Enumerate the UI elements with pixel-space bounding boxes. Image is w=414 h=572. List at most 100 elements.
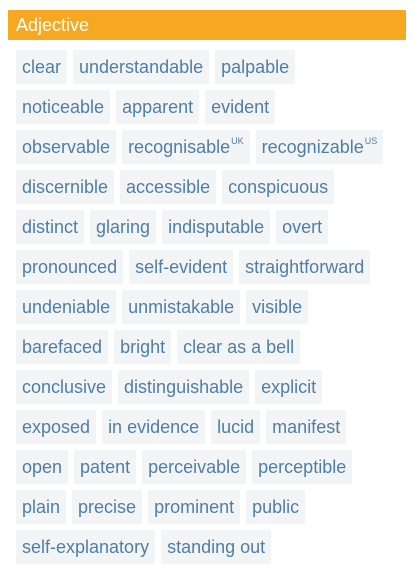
- synonym-chip[interactable]: understandable: [73, 50, 210, 84]
- synonym-chip-label: explicit: [261, 376, 317, 397]
- synonym-chip-label: conclusive: [22, 376, 107, 397]
- synonym-chip[interactable]: prominent: [148, 490, 241, 524]
- synonym-chip[interactable]: undeniable: [16, 290, 117, 324]
- synonym-chip[interactable]: overt: [276, 210, 329, 244]
- synonym-chip-row: exposed in evidence lucid manifest: [16, 410, 406, 444]
- synonym-chip-label: pronounced: [22, 256, 118, 277]
- synonym-chip-label: manifest: [272, 416, 341, 437]
- synonym-chip[interactable]: self-explanatory: [16, 530, 156, 564]
- synonym-chip-label: self-explanatory: [22, 536, 150, 557]
- synonym-chip[interactable]: straightforward: [239, 250, 371, 284]
- synonym-chip[interactable]: patent: [74, 450, 137, 484]
- synonym-chip-label: plain: [22, 496, 61, 517]
- synonym-chip-label: barefaced: [22, 336, 103, 357]
- synonym-chip[interactable]: plain: [16, 490, 67, 524]
- synonym-chip-row: open patent perceivable perceptible: [16, 450, 406, 484]
- synonym-chip-label: evident: [211, 96, 270, 117]
- synonym-chip[interactable]: barefaced: [16, 330, 109, 364]
- synonym-chip-label: unmistakable: [128, 296, 235, 317]
- synonym-chip-label: in evidence: [108, 416, 200, 437]
- synonym-chip-row: self-explanatory standing out: [16, 530, 406, 564]
- synonym-chip-label: distinct: [22, 216, 79, 237]
- synonym-chip-label: clear: [22, 56, 62, 77]
- synonym-chip-row: clear understandable palpable: [16, 50, 406, 84]
- synonym-chip[interactable]: explicit: [255, 370, 323, 404]
- synonym-chip-label: recognisable: [128, 136, 231, 157]
- synonym-chip-label: palpable: [221, 56, 290, 77]
- synonym-chip-label: public: [252, 496, 300, 517]
- synonym-chip-label: glaring: [96, 216, 151, 237]
- synonym-chip[interactable]: accessible: [120, 170, 217, 204]
- synonym-chip-label: discernible: [22, 176, 109, 197]
- synonym-chip[interactable]: bright: [114, 330, 172, 364]
- synonym-chip-label: prominent: [154, 496, 235, 517]
- synonym-chip[interactable]: distinct: [16, 210, 85, 244]
- synonym-chip[interactable]: unmistakable: [122, 290, 241, 324]
- synonym-chip-label: lucid: [217, 416, 255, 437]
- synonym-chip[interactable]: indisputable: [162, 210, 271, 244]
- synonym-chip-label: noticeable: [22, 96, 105, 117]
- synonym-chip[interactable]: self-evident: [129, 250, 234, 284]
- synonym-chip[interactable]: exposed: [16, 410, 97, 444]
- part-of-speech-header: Adjective: [8, 10, 406, 40]
- synonym-chip[interactable]: noticeable: [16, 90, 111, 124]
- synonym-chip-label: open: [22, 456, 63, 477]
- synonym-chip-row: barefaced bright clear as a bell: [16, 330, 406, 364]
- synonym-chip-label: recognizable: [261, 136, 364, 157]
- synonym-chip[interactable]: perceivable: [142, 450, 247, 484]
- synonym-chip[interactable]: clear as a bell: [177, 330, 301, 364]
- synonym-chip-label: standing out: [167, 536, 266, 557]
- synonym-chip-label: distinguishable: [124, 376, 244, 397]
- synonym-chip[interactable]: glaring: [90, 210, 157, 244]
- synonym-chip[interactable]: recognizable US: [255, 130, 384, 164]
- synonym-chip-label: exposed: [22, 416, 91, 437]
- synonym-chip-label: understandable: [79, 56, 204, 77]
- synonym-chip-label: bright: [120, 336, 166, 357]
- synonym-chip[interactable]: conspicuous: [222, 170, 335, 204]
- synonym-chip-label: precise: [78, 496, 137, 517]
- synonym-chip[interactable]: lucid: [211, 410, 261, 444]
- synonym-chip[interactable]: clear: [16, 50, 68, 84]
- synonym-chip-label: indisputable: [168, 216, 265, 237]
- synonym-chip[interactable]: visible: [246, 290, 309, 324]
- synonym-chip[interactable]: recognisable UK: [122, 130, 250, 164]
- synonym-chip-label: observable: [22, 136, 111, 157]
- synonym-chip-row: conclusive distinguishable explicit: [16, 370, 406, 404]
- synonym-chip[interactable]: palpable: [215, 50, 296, 84]
- synonym-chip-row: undeniable unmistakable visible: [16, 290, 406, 324]
- synonym-chip-label: clear as a bell: [183, 336, 295, 357]
- synonym-chip[interactable]: distinguishable: [118, 370, 250, 404]
- synonym-chip[interactable]: open: [16, 450, 69, 484]
- synonym-chip[interactable]: in evidence: [102, 410, 206, 444]
- synonym-chip[interactable]: evident: [205, 90, 276, 124]
- synonym-panel: Adjective clear understandable palpable not…: [0, 0, 414, 572]
- synonym-chip[interactable]: manifest: [266, 410, 347, 444]
- synonym-chip[interactable]: public: [246, 490, 306, 524]
- synonym-chip-label: apparent: [122, 96, 194, 117]
- synonym-chip[interactable]: discernible: [16, 170, 115, 204]
- synonym-chip-label: accessible: [126, 176, 211, 197]
- synonym-chip-label: overt: [282, 216, 323, 237]
- synonym-chip-list: clear understandable palpable noticeable app…: [8, 50, 406, 564]
- synonym-chip[interactable]: observable: [16, 130, 117, 164]
- synonym-chip[interactable]: conclusive: [16, 370, 113, 404]
- synonym-chip-row: observable recognisable UK recognizable US: [16, 130, 406, 164]
- synonym-chip-row: discernible accessible conspicuous: [16, 170, 406, 204]
- synonym-chip[interactable]: perceptible: [252, 450, 353, 484]
- synonym-chip[interactable]: apparent: [116, 90, 200, 124]
- synonym-chip-label: undeniable: [22, 296, 111, 317]
- synonym-chip-label: patent: [80, 456, 131, 477]
- synonym-chip-row: distinct glaring indisputable overt: [16, 210, 406, 244]
- synonym-chip-label: self-evident: [135, 256, 228, 277]
- synonym-chip-row: plain precise prominent public: [16, 490, 406, 524]
- synonym-chip-label: visible: [252, 296, 303, 317]
- synonym-chip[interactable]: pronounced: [16, 250, 124, 284]
- synonym-chip-row: pronounced self-evident straightforward: [16, 250, 406, 284]
- synonym-chip-label: straightforward: [245, 256, 365, 277]
- synonym-chip-label: perceptible: [258, 456, 347, 477]
- synonym-chip-label: perceivable: [148, 456, 241, 477]
- synonym-chip[interactable]: precise: [72, 490, 143, 524]
- synonym-chip-row: noticeable apparent evident: [16, 90, 406, 124]
- synonym-chip[interactable]: standing out: [161, 530, 272, 564]
- synonym-chip-label: conspicuous: [228, 176, 329, 197]
